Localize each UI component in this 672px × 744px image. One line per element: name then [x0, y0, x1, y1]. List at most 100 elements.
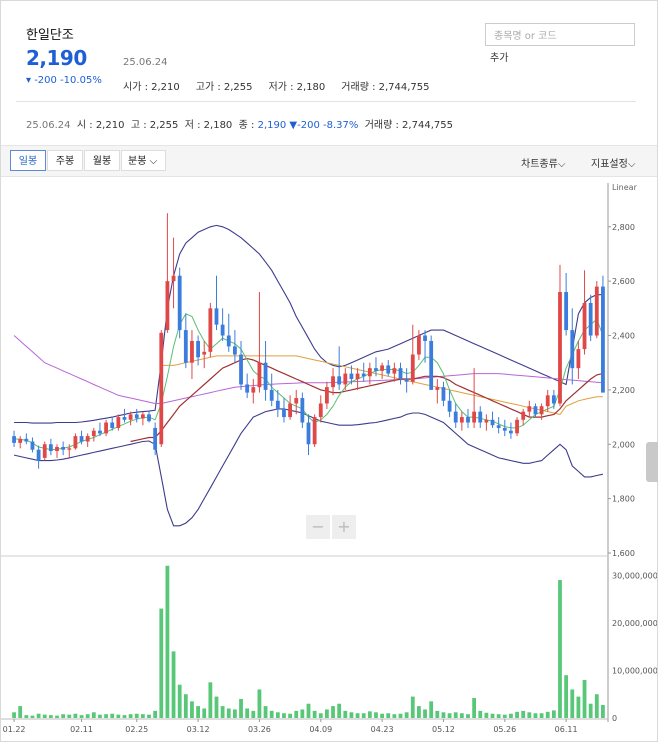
candle-body: [515, 419, 519, 434]
volume-bar: [36, 713, 41, 718]
volume-bar: [502, 714, 507, 718]
volume-bar: [30, 715, 35, 718]
volume-bar: [61, 714, 66, 718]
volume-bar: [490, 713, 495, 718]
volume-bar: [202, 708, 207, 718]
volume-bar: [42, 714, 47, 718]
candle-body: [318, 403, 323, 418]
volume-bar: [98, 714, 102, 718]
candle-body: [582, 302, 587, 350]
candle-body: [527, 406, 532, 412]
volume-bar: [300, 709, 305, 718]
candle-body: [478, 411, 483, 423]
candle-body: [257, 362, 262, 388]
zoom-in-button[interactable]: +: [332, 515, 356, 539]
volume-bar: [190, 701, 194, 718]
volume-bar: [355, 713, 360, 718]
volume-bar: [447, 713, 452, 718]
volume-bar: [318, 713, 323, 718]
candle-body: [472, 411, 477, 423]
price-tick-label: 1,600: [612, 549, 635, 558]
candle-body: [36, 449, 41, 461]
price-tick-label: 2,800: [612, 223, 635, 232]
ma60-line: [13, 335, 603, 404]
volume-bar: [435, 710, 440, 718]
candle-body: [171, 275, 176, 282]
candle-body: [441, 387, 446, 401]
candle-body: [140, 414, 145, 419]
volume-bar: [196, 706, 200, 718]
bollinger-upper-line: [14, 224, 603, 424]
volume-bar: [484, 712, 489, 718]
price-tick-label: 1,800: [612, 495, 635, 504]
volume-bar: [110, 713, 115, 718]
candle-body: [502, 427, 507, 431]
candle-body: [116, 417, 121, 428]
candle-body: [159, 332, 164, 445]
candle-body: [275, 400, 280, 409]
panel-collapse-handle[interactable]: [646, 442, 658, 482]
volume-bar: [226, 708, 231, 718]
volume-bar: [79, 715, 84, 718]
volume-tick-label: 30,000,000: [612, 571, 657, 580]
candle-body: [521, 411, 526, 420]
volume-bar: [55, 715, 59, 718]
candle-body: [417, 335, 421, 355]
volume-bar: [429, 701, 434, 718]
volume-bar: [417, 706, 421, 718]
candle-body: [300, 398, 305, 423]
date-tick-label: 05.26: [493, 725, 516, 734]
candle-body: [576, 349, 581, 369]
volume-bar: [269, 710, 274, 718]
candle-body: [134, 414, 139, 419]
date-tick-label: 01.22: [3, 725, 26, 734]
volume-bar: [392, 714, 397, 718]
date-tick-label: 03.26: [248, 725, 271, 734]
zoom-out-button[interactable]: −: [306, 515, 330, 539]
candle-body: [496, 425, 501, 428]
volume-bar: [582, 679, 587, 718]
volume-bar: [576, 696, 581, 718]
volume-bar: [171, 651, 176, 718]
candle-body: [404, 379, 409, 382]
candle-body: [98, 430, 102, 434]
candle-body: [263, 362, 268, 390]
candle-body: [177, 275, 182, 331]
volume-bar: [349, 712, 354, 718]
ma20-line: [130, 357, 604, 443]
candle-body: [570, 330, 575, 369]
volume-bar: [232, 709, 237, 718]
candle-body: [539, 406, 544, 415]
volume-bar: [496, 714, 501, 718]
volume-bar: [294, 710, 299, 718]
volume-bar: [367, 711, 372, 718]
candle-body: [490, 419, 495, 426]
candle-body: [190, 340, 194, 363]
price-tick-label: 2,600: [612, 277, 635, 286]
volume-bar: [588, 703, 593, 718]
volume-bar: [337, 703, 342, 718]
candle-body: [361, 373, 366, 377]
candle-body: [288, 403, 292, 418]
candle-body: [245, 384, 250, 393]
candle-body: [18, 438, 23, 443]
volume-bar: [312, 710, 317, 718]
price-chart[interactable]: Linear 1,600 1,800 2,000 2,200 2,400 2,600 2,80…: [1, 1, 657, 743]
candle-body: [429, 340, 434, 390]
candle-body: [282, 408, 286, 418]
date-tick-label: 04.23: [371, 725, 394, 734]
candle-body: [484, 419, 489, 423]
volume-tick-label: 20,000,000: [612, 619, 657, 628]
volume-bar: [521, 710, 526, 718]
candle-body: [239, 354, 243, 385]
stock-chart-widget: 한일단조 2,190 ▾ -200 -10.05% 25.06.24 시가 : …: [0, 0, 658, 742]
candle-body: [306, 422, 311, 445]
volume-bar: [177, 684, 182, 718]
volume-bar: [48, 715, 53, 718]
volume-bar: [140, 714, 145, 718]
volume-bar: [343, 710, 348, 718]
candle-body: [147, 414, 151, 422]
volume-bar: [239, 698, 243, 718]
date-tick-label: 03.12: [187, 725, 210, 734]
date-tick-label: 06.11: [555, 725, 578, 734]
